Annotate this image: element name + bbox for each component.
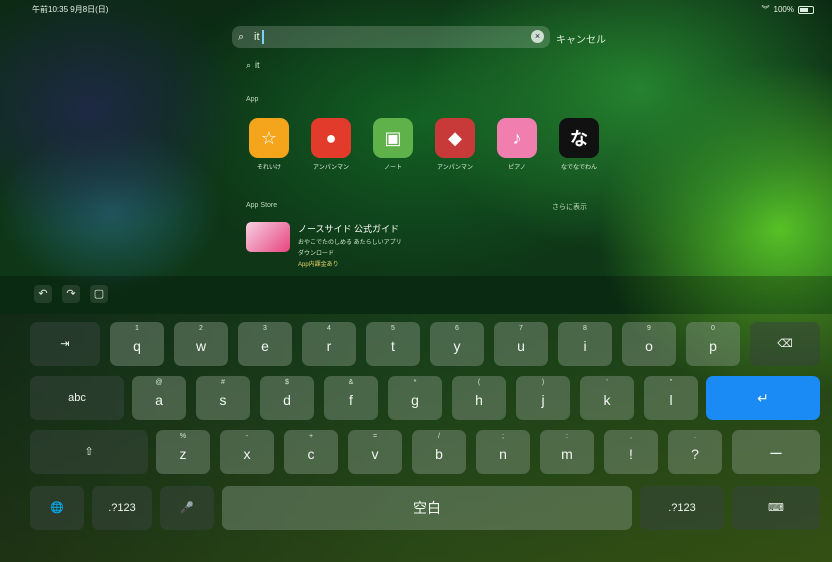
store-description: ダウンロード — [298, 251, 335, 257]
key-x[interactable]: -x — [220, 430, 274, 474]
app-label: それいけ — [256, 165, 281, 171]
hide-keyboard-key[interactable]: ⌨ — [732, 486, 820, 530]
app-icon[interactable]: ☆ — [249, 118, 289, 158]
key-d[interactable]: $ d — [260, 376, 314, 420]
key-i[interactable]: 8i — [558, 322, 612, 366]
search-input[interactable]: it — [254, 31, 260, 43]
undo-icon[interactable]: ↶ — [34, 285, 52, 303]
tab-key[interactable]: ⇥ — [30, 322, 100, 366]
status-time: 午前10:35 9月8日(日) — [32, 5, 109, 14]
app-label: なでなでわん — [560, 165, 597, 171]
key-e[interactable]: 3e — [238, 322, 292, 366]
store-thumbnail — [246, 222, 290, 252]
status-bar: 午前10:35 9月8日(日) ︾ 100% — [0, 4, 832, 16]
key-b[interactable]: / b — [412, 430, 466, 474]
app-result[interactable]: ▣ ノート — [370, 118, 416, 171]
key-j[interactable]: ) j — [516, 376, 570, 420]
text-caret — [261, 30, 264, 44]
suggestion-text: it — [255, 60, 260, 70]
key-p[interactable]: 0p — [686, 322, 740, 366]
search-field[interactable]: ⌕ it × — [232, 26, 550, 48]
store-iap-note: App内課金あり — [298, 262, 339, 268]
paste-icon[interactable]: ▢ — [90, 285, 108, 303]
key-g[interactable]: * g — [388, 376, 442, 420]
numbers-key-right[interactable]: .?123 — [640, 486, 724, 530]
shift-key-left[interactable]: ⇧ — [30, 430, 148, 474]
app-icon[interactable]: ▣ — [373, 118, 413, 158]
key-long-dash[interactable]: ー — [732, 430, 820, 474]
key-t[interactable]: 5t — [366, 322, 420, 366]
keyboard-shortcut-bar: ↶ ↷ ▢ — [0, 276, 832, 314]
abc-key[interactable]: abc — [30, 376, 124, 420]
store-description: おやこでたのしめる あたらしいアプリ — [298, 240, 402, 246]
key-k[interactable]: ' k — [580, 376, 634, 420]
key-s[interactable]: # s — [196, 376, 250, 420]
search-suggestion[interactable]: ⌕ it — [246, 60, 260, 71]
key-a[interactable]: @ a — [132, 376, 186, 420]
app-label: アンパンマン — [436, 165, 474, 171]
clear-icon[interactable]: × — [531, 30, 544, 43]
key-y[interactable]: 6y — [430, 322, 484, 366]
key-u[interactable]: 7u — [494, 322, 548, 366]
status-right: ︾ 100% — [762, 4, 814, 15]
battery-percent: 100% — [773, 5, 794, 14]
app-label: ピアノ — [508, 165, 526, 171]
app-icon[interactable]: ● — [311, 118, 351, 158]
app-result[interactable]: ◆ アンパンマン — [432, 118, 478, 171]
section-label-apps: App — [246, 96, 259, 103]
key-q[interactable]: 1q — [110, 322, 164, 366]
microphone-key[interactable]: 🎤 — [160, 486, 214, 530]
show-more-link[interactable]: さらに表示 — [552, 202, 587, 212]
key-h[interactable]: (h — [452, 376, 506, 420]
key-r[interactable]: 4r — [302, 322, 356, 366]
app-icon[interactable]: な — [559, 118, 599, 158]
app-result[interactable]: ● アンパンマン — [308, 118, 354, 171]
space-key[interactable]: 空白 — [222, 486, 632, 530]
key-f[interactable]: & f — [324, 376, 378, 420]
key-question[interactable]: .? — [668, 430, 722, 474]
store-text: ノースサイド 公式ガイド おやこでたのしめる あたらしいアプリ ダウンロード A… — [298, 222, 402, 268]
app-store-result[interactable]: ノースサイド 公式ガイド おやこでたのしめる あたらしいアプリ ダウンロード A… — [246, 222, 402, 268]
numbers-key-left[interactable]: .?123 — [92, 486, 152, 530]
apps-row: ☆ それいけ ● アンパンマン ▣ ノート ◆ アンパンマン ♪ ピアノ な な… — [246, 118, 602, 171]
key-z[interactable]: % z — [156, 430, 210, 474]
search-icon: ⌕ — [238, 30, 245, 43]
section-label-store: App Store — [246, 202, 278, 209]
battery-icon — [798, 5, 814, 14]
key-m[interactable]: :m — [540, 430, 594, 474]
key-n[interactable]: ; n — [476, 430, 530, 474]
cancel-button[interactable]: キャンセル — [556, 31, 606, 46]
store-title: ノースサイド 公式ガイド — [298, 224, 400, 234]
app-result[interactable]: ☆ それいけ — [246, 118, 292, 171]
app-result[interactable]: ♪ ピアノ — [494, 118, 540, 171]
delete-key[interactable]: ⌫ — [750, 322, 820, 366]
key-v[interactable]: = v — [348, 430, 402, 474]
search-icon: ⌕ — [246, 60, 252, 70]
key-l[interactable]: " l — [644, 376, 698, 420]
app-label: ノート — [383, 165, 402, 171]
keyboard: ⇥ 1q 2w 3e 4r 5t 6y 7u 8i 9o 0p ⌫ abc @ a… — [0, 314, 832, 562]
redo-icon[interactable]: ↷ — [62, 285, 80, 303]
app-label: アンパンマン — [312, 165, 350, 171]
return-key[interactable]: ↵ — [706, 376, 820, 420]
key-w[interactable]: 2w — [174, 322, 228, 366]
app-icon[interactable]: ♪ — [497, 118, 537, 158]
app-icon[interactable]: ◆ — [435, 118, 475, 158]
key-c[interactable]: + c — [284, 430, 338, 474]
key-exclamation[interactable]: ,! — [604, 430, 658, 474]
key-o[interactable]: 9o — [622, 322, 676, 366]
wifi-icon: ︾ — [761, 5, 770, 14]
app-result[interactable]: な なでなでわん — [556, 118, 602, 171]
globe-key[interactable]: 🌐 — [30, 486, 84, 530]
